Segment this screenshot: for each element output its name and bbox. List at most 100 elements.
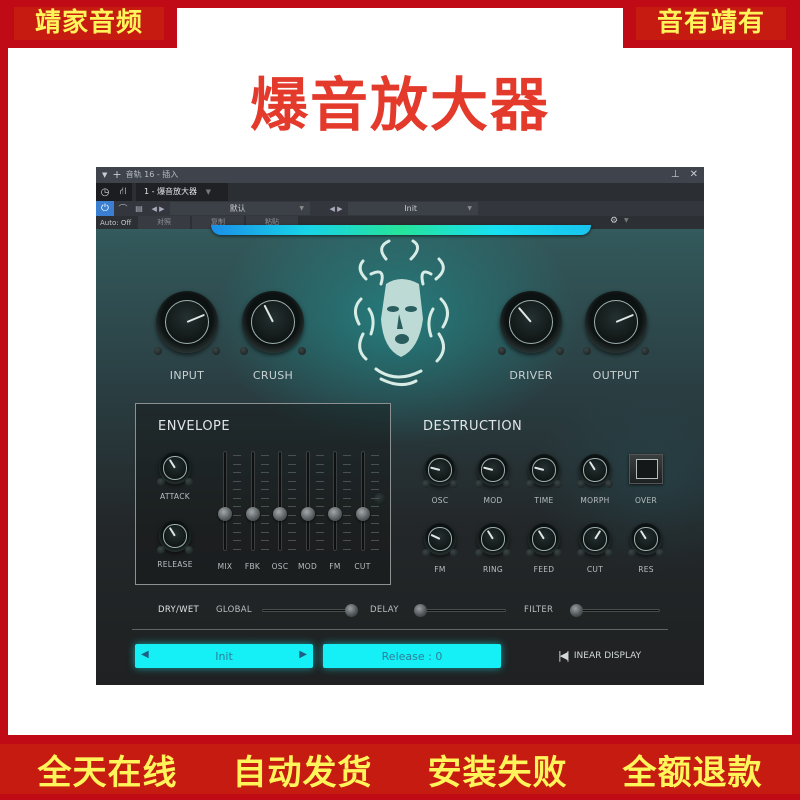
fader-track-mix[interactable] bbox=[223, 451, 227, 551]
global-slider-label: GLOBAL bbox=[216, 605, 252, 615]
fader-tick bbox=[288, 480, 296, 482]
fader-handle-mod[interactable] bbox=[300, 507, 315, 521]
over-button[interactable] bbox=[629, 454, 663, 484]
fader-handle-fbk[interactable] bbox=[245, 507, 260, 521]
knob-indicator-dot bbox=[185, 546, 193, 554]
knob-indicator-dot bbox=[154, 347, 162, 355]
global-slider-handle[interactable] bbox=[345, 604, 358, 617]
fader-tick bbox=[370, 540, 379, 541]
release-display[interactable]: Release : 0 bbox=[323, 644, 501, 668]
fader-tick bbox=[233, 472, 241, 473]
release-display-value: Release : 0 bbox=[381, 649, 443, 663]
fader-tick bbox=[343, 540, 351, 541]
fader-handle-mix[interactable] bbox=[218, 507, 232, 521]
next-preset-icon[interactable]: ▶ bbox=[299, 649, 307, 660]
drywet-label: DRY/WET bbox=[158, 605, 200, 615]
fader-track-fm[interactable] bbox=[333, 451, 337, 551]
fader-tick bbox=[260, 489, 269, 490]
automation-status[interactable]: Auto: Off bbox=[96, 219, 136, 227]
promise-item: 全额退款 bbox=[622, 752, 763, 793]
fader-tick bbox=[288, 531, 296, 533]
fader-tick bbox=[370, 514, 379, 516]
fader-tick bbox=[288, 523, 296, 524]
fader-tick bbox=[233, 489, 241, 490]
document-icon[interactable]: ▤ bbox=[132, 204, 146, 213]
fader-tick bbox=[233, 540, 241, 541]
prev-next-preset-arrows[interactable]: ◀ ▶ bbox=[324, 205, 348, 213]
close-icon[interactable]: ✕ bbox=[690, 167, 698, 183]
fader-tick bbox=[260, 480, 269, 482]
knob-indicator-dot bbox=[475, 480, 483, 488]
prev-next-preset-arrows[interactable]: ◀ ▶ bbox=[146, 205, 170, 213]
plugin-tab-label: 1 - 爆音放大器 bbox=[144, 187, 198, 196]
input-knob[interactable] bbox=[156, 291, 218, 353]
product-title: 爆音放大器 bbox=[249, 71, 550, 139]
compare-button[interactable]: 对照 bbox=[138, 216, 190, 229]
knob-indicator-dot bbox=[554, 549, 562, 557]
linear-display-toggle[interactable]: |◀| INEAR DISPLAY bbox=[558, 649, 641, 662]
dest-morph-label: MORPH bbox=[580, 496, 610, 505]
power-icon[interactable]: ⏻ bbox=[96, 201, 114, 216]
fader-track-mod[interactable] bbox=[305, 451, 310, 551]
knob-indicator-dot bbox=[583, 347, 591, 355]
delay-slider-label: DELAY bbox=[370, 605, 399, 615]
track-insert-label: 音轨 16 - 插入 bbox=[125, 170, 179, 179]
knob-indicator-dot bbox=[577, 480, 585, 488]
fader-tick bbox=[343, 497, 351, 499]
fader-track-osc[interactable] bbox=[278, 451, 282, 551]
slogan-badge: 音有靖有 bbox=[636, 7, 786, 40]
destruction-title: DESTRUCTION bbox=[423, 419, 523, 434]
input-label: INPUT bbox=[169, 369, 205, 382]
knob-indicator-dot bbox=[157, 546, 165, 554]
fader-tick bbox=[233, 506, 241, 507]
fader-tick bbox=[288, 548, 296, 550]
delay-slider-handle[interactable] bbox=[414, 604, 427, 617]
fader-handle-osc[interactable] bbox=[273, 507, 287, 521]
collapse-triangle-icon[interactable]: ▼ bbox=[102, 167, 107, 183]
linear-display-label: INEAR DISPLAY bbox=[573, 650, 642, 661]
output-knob[interactable] bbox=[585, 291, 647, 353]
driver-knob[interactable] bbox=[500, 291, 562, 353]
knob-indicator-dot bbox=[185, 478, 193, 486]
routing-icon[interactable]: ⛙ bbox=[114, 183, 132, 201]
knob-indicator-dot bbox=[628, 549, 636, 557]
crush-knob[interactable] bbox=[242, 291, 304, 353]
delay-slider[interactable] bbox=[414, 609, 506, 612]
filter-slider-handle[interactable] bbox=[570, 604, 583, 617]
global-slider[interactable] bbox=[262, 609, 358, 612]
fader-handle-cut[interactable] bbox=[355, 507, 370, 521]
attack-label: ATTACK bbox=[160, 492, 190, 501]
divider bbox=[132, 629, 668, 630]
preset-name-select[interactable]: Init ▼ bbox=[348, 202, 478, 215]
plugin-tab[interactable]: 1 - 爆音放大器 ▼ bbox=[136, 183, 228, 201]
bypass-arc-icon[interactable]: ⌒ bbox=[114, 202, 132, 215]
filter-slider[interactable] bbox=[570, 609, 660, 612]
pin-icon[interactable]: ⊥ bbox=[671, 167, 680, 183]
fader-label: CUT bbox=[354, 562, 371, 571]
prev-preset-icon[interactable]: ◀ bbox=[141, 649, 149, 660]
preset-bank-select[interactable]: 默认 ▼ bbox=[170, 202, 310, 215]
add-icon[interactable]: + bbox=[112, 167, 121, 183]
glow-bar bbox=[211, 225, 591, 235]
fader-tick bbox=[288, 497, 296, 499]
knob-indicator-dot bbox=[605, 549, 613, 557]
power-icon[interactable]: ◷ bbox=[96, 183, 114, 201]
fader-tick bbox=[233, 548, 241, 550]
fader-tick bbox=[315, 514, 324, 516]
knob-indicator-dot bbox=[157, 478, 165, 486]
fader-track-cut[interactable] bbox=[360, 451, 365, 551]
fader-tick bbox=[370, 548, 379, 550]
fader-handle-fm[interactable] bbox=[328, 507, 342, 521]
medusa-logo bbox=[354, 239, 449, 386]
gear-icon[interactable]: ⚙ bbox=[610, 216, 618, 226]
fader-track-fbk[interactable] bbox=[250, 451, 255, 551]
dest-res-label: RES bbox=[638, 565, 654, 574]
fader-tick bbox=[343, 480, 351, 482]
fader-tick bbox=[343, 514, 351, 516]
fader-tick bbox=[370, 472, 379, 473]
chevron-down-icon[interactable]: ▼ bbox=[624, 217, 629, 224]
host-preset-row: ⏻ ⌒ ▤ ◀ ▶ 默认 ▼ ◀ ▶ Init ▼ bbox=[96, 201, 704, 216]
preset-display[interactable]: ◀ Init ▶ bbox=[135, 644, 313, 668]
preset-display-value: Init bbox=[215, 649, 233, 663]
preset-bank-value: 默认 bbox=[229, 204, 246, 213]
